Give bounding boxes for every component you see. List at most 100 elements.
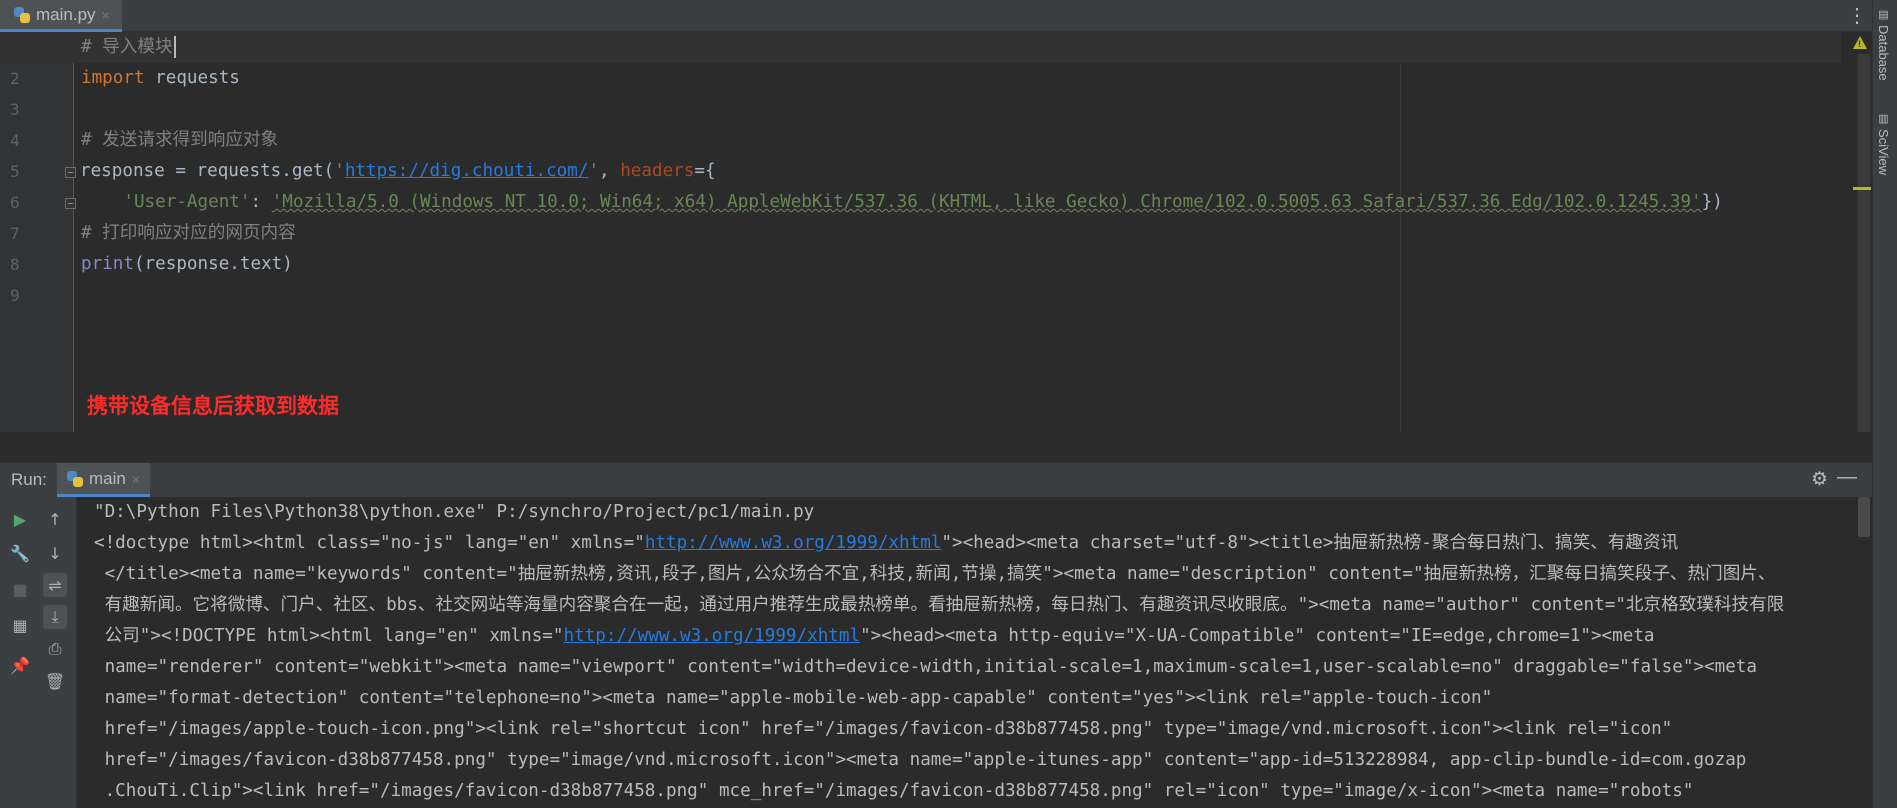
console-line: <!doctype html><html class="no-js" lang=…	[94, 528, 1678, 559]
down-arrow-icon[interactable]: ↓	[43, 541, 67, 565]
line-number: 8	[10, 255, 20, 274]
console-text: 有趣新闻。它将微博、门户、社区、bbs、社交网站等海量内容聚合在一起，通过用户推…	[94, 595, 1785, 615]
soft-wrap-icon[interactable]: ⇌	[43, 573, 67, 597]
keyword: import	[81, 68, 145, 88]
warning-icon[interactable]	[1853, 36, 1867, 49]
comment: # 发送请求得到响应对象	[81, 130, 279, 150]
console-text: <!doctype html><html class="no-js" lang=…	[94, 533, 645, 553]
line-number: 3	[10, 100, 20, 119]
sciview-label: SciView	[1876, 129, 1891, 176]
code-line-8[interactable]: print(response.text)	[81, 249, 293, 280]
line-number: 6	[10, 193, 20, 212]
annotation-text: 携带设备信息后获取到数据	[87, 395, 339, 418]
console-output[interactable]: "D:\Python Files\Python38\python.exe" P:…	[77, 497, 1857, 808]
more-options-icon[interactable]: ⋮	[1847, 3, 1867, 28]
code-text: :	[250, 192, 272, 212]
code-line-4[interactable]: # 发送请求得到响应对象	[81, 125, 278, 156]
comment: # 打印响应对应的网页内容	[81, 223, 296, 243]
run-icon[interactable]: ▶	[8, 507, 32, 531]
scroll-to-end-icon[interactable]: ⤓	[43, 605, 67, 629]
console-line: name="renderer" content="webkit"><meta n…	[94, 652, 1757, 683]
console-line: href="/images/favicon-d38b877458.png" ty…	[94, 745, 1747, 776]
console-text: .ChouTi.Clip"><link href="/images/favico…	[94, 781, 1694, 801]
url-link[interactable]: https://dig.chouti.com/	[345, 161, 589, 181]
up-arrow-icon[interactable]: ↑	[43, 507, 67, 531]
tab-label: main.py	[36, 4, 96, 24]
minimize-icon[interactable]: —	[1837, 466, 1857, 489]
python-file-icon	[14, 6, 30, 23]
code-text: })	[1701, 192, 1723, 212]
close-icon[interactable]: ×	[132, 471, 140, 487]
editor-tab-bar: main.py × ⋮	[0, 0, 1897, 32]
pin-icon[interactable]: 📌	[8, 653, 32, 677]
right-margin-guide	[1400, 32, 1401, 432]
code-text: requests	[144, 68, 240, 88]
console-line: href="/images/apple-touch-icon.png"><lin…	[94, 714, 1673, 745]
console-text: href="/images/apple-touch-icon.png"><lin…	[94, 719, 1673, 739]
text-caret	[173, 36, 176, 58]
fold-toggle-icon[interactable]	[65, 167, 76, 178]
console-link[interactable]: http://www.w3.org/1999/xhtml	[563, 626, 860, 646]
editor-scrollbar[interactable]	[1858, 54, 1870, 432]
line-number: 5	[10, 162, 20, 181]
console-text: "><head><meta http-equiv="X-UA-Compatibl…	[860, 626, 1655, 646]
console-text: href="/images/favicon-d38b877458.png" ty…	[94, 750, 1747, 770]
stop-icon[interactable]: ■	[8, 577, 32, 601]
line-number: 9	[10, 286, 20, 305]
console-line: 公司"><!DOCTYPE html><html lang="en" xmlns…	[94, 621, 1655, 652]
code-text: response = requests.get(	[80, 161, 335, 181]
code-text: ={	[694, 161, 716, 181]
line-number-gutter: 1 2 3 4 5 6 7 8 9	[0, 32, 76, 432]
console-line: name="format-detection" content="telepho…	[94, 683, 1493, 714]
run-tool-window-header: Run: main × ⚙ —	[0, 462, 1872, 497]
python-run-icon	[67, 470, 83, 487]
wrench-icon[interactable]: 🔧	[8, 541, 32, 565]
sciview-icon: ▥	[1877, 112, 1889, 125]
right-tool-strip: ▤ Database ▥ SciView	[1872, 0, 1897, 808]
builtin-function: print	[81, 254, 134, 274]
console-scrollbar[interactable]	[1858, 497, 1870, 537]
database-label: Database	[1876, 25, 1891, 81]
console-line: "D:\Python Files\Python38\python.exe" P:…	[94, 497, 814, 528]
code-line-1[interactable]: # 导入模块	[1, 32, 1841, 63]
code-line-5[interactable]: response = requests.get('https://dig.cho…	[80, 156, 716, 187]
console-line: .ChouTi.Clip"><link href="/images/favico…	[94, 776, 1694, 807]
tab-main-py[interactable]: main.py ×	[0, 0, 122, 32]
layout-icon[interactable]: ▦	[8, 613, 32, 637]
comment: # 导入模块	[81, 37, 173, 57]
code-text: ,	[599, 161, 621, 181]
console-link[interactable]: http://www.w3.org/1999/xhtml	[645, 533, 942, 553]
console-text: "><head><meta charset="utf-8"><title>抽屉新…	[941, 533, 1679, 553]
console-text: </title><meta name="keywords" content="抽…	[94, 564, 1776, 584]
code-line-6[interactable]: 'User-Agent': 'Mozilla/5.0 (Windows NT 1…	[81, 187, 1723, 218]
tool-window-database[interactable]: ▤ Database	[1876, 8, 1891, 81]
print-icon[interactable]: ⎙	[43, 637, 67, 661]
user-agent-string: 'Mozilla/5.0 (Windows NT 10.0; Win64; x6…	[271, 192, 1702, 212]
tool-window-sciview[interactable]: ▥ SciView	[1876, 112, 1891, 175]
string-quote: '	[588, 161, 600, 181]
line-number: 2	[10, 69, 20, 88]
run-toolbar-primary: ▶ 🔧 ■ ▦ 📌	[0, 497, 34, 808]
console-line: </title><meta name="keywords" content="抽…	[94, 559, 1776, 590]
database-icon: ▤	[1877, 8, 1889, 21]
console-text: 公司"><!DOCTYPE html><html lang="en" xmlns…	[94, 626, 564, 646]
console-text: name="renderer" content="webkit"><meta n…	[94, 657, 1757, 677]
warning-marker[interactable]	[1853, 187, 1871, 190]
console-line: 有趣新闻。它将微博、门户、社区、bbs、社交网站等海量内容聚合在一起，通过用户推…	[94, 590, 1785, 621]
run-tab-main[interactable]: main ×	[57, 463, 151, 497]
gear-icon[interactable]: ⚙	[1811, 468, 1828, 491]
fold-toggle-icon[interactable]	[65, 198, 76, 209]
string-literal: 'User-Agent'	[123, 192, 251, 212]
console-text: "D:\Python Files\Python38\python.exe" P:…	[94, 502, 815, 522]
string-quote: '	[334, 161, 345, 181]
run-toolbar-secondary: ↑ ↓ ⇌ ⤓ ⎙ 🗑	[34, 497, 77, 808]
close-icon[interactable]: ×	[102, 7, 110, 23]
keyword-argument: headers	[620, 161, 695, 181]
run-label: Run:	[11, 470, 47, 489]
code-editor[interactable]: 1 2 3 4 5 6 7 8 9 # 导入模块 import requests…	[0, 32, 1872, 432]
code-line-2[interactable]: import requests	[81, 63, 240, 94]
run-tab-label: main	[89, 468, 126, 488]
code-line-7[interactable]: # 打印响应对应的网页内容	[81, 218, 296, 249]
trash-icon[interactable]: 🗑	[43, 669, 67, 693]
